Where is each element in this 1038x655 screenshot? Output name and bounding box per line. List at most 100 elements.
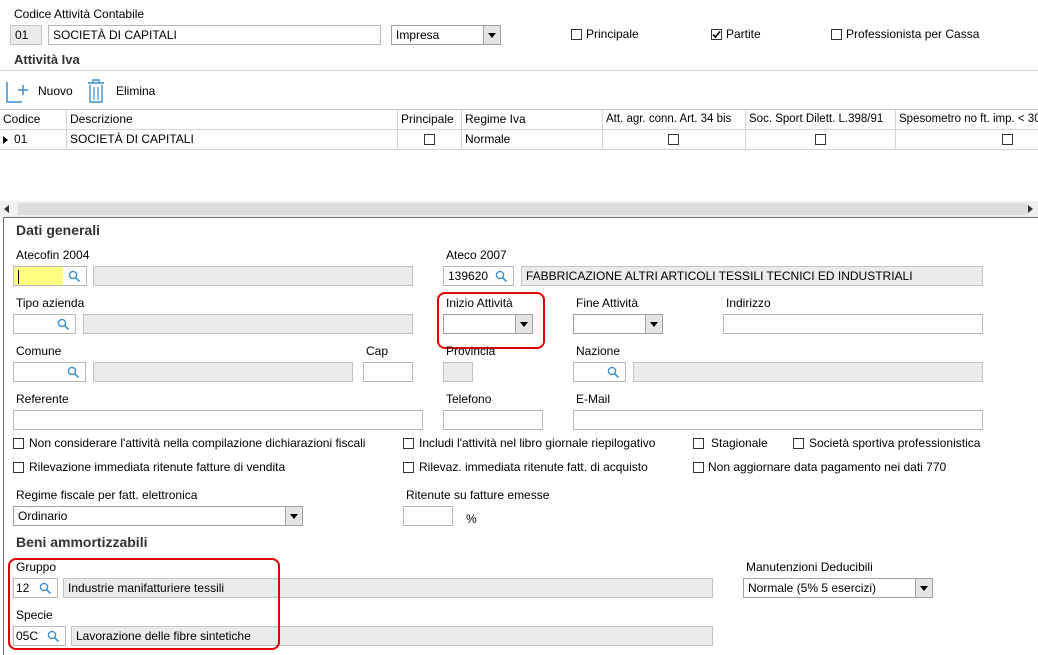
principale-checkbox[interactable]	[571, 29, 582, 40]
row-att-agr-checkbox[interactable]	[668, 134, 679, 145]
ateco-label: Ateco 2007	[446, 248, 507, 262]
tipo-azienda-search-button[interactable]	[52, 314, 76, 334]
ateco-code-input[interactable]: 139620	[443, 266, 491, 286]
chevron-down-icon[interactable]	[645, 315, 662, 333]
search-icon	[68, 270, 81, 282]
telefono-input[interactable]	[443, 410, 543, 430]
atecofin-description	[93, 266, 413, 286]
tipo-azienda-description	[83, 314, 413, 334]
codice-attivita-label: Codice Attività Contabile	[14, 7, 145, 21]
table-row-regime[interactable]: Normale	[462, 130, 603, 150]
atecofin-input[interactable]	[13, 266, 64, 286]
nazione-description	[633, 362, 983, 382]
search-icon	[495, 270, 508, 282]
column-header-descrizione[interactable]: Descrizione	[67, 110, 398, 130]
ritenute-input[interactable]	[403, 506, 453, 526]
table-row-att-agr[interactable]	[603, 130, 746, 150]
partite-checkbox[interactable]	[711, 29, 722, 40]
highlight-beni	[8, 558, 280, 650]
comune-description	[93, 362, 353, 382]
delete-button-label: Elimina	[116, 84, 156, 98]
stagionale-checkbox[interactable]	[693, 438, 704, 449]
attivita-iva-title: Attività Iva	[14, 52, 80, 67]
comune-search-button[interactable]	[62, 362, 86, 382]
nazione-search-button[interactable]	[602, 362, 626, 382]
new-document-icon	[6, 82, 28, 103]
professionista-checkbox[interactable]	[831, 29, 842, 40]
row-spesometro-checkbox[interactable]	[1002, 134, 1013, 145]
new-button-label: Nuovo	[38, 84, 73, 98]
divider	[0, 70, 1038, 71]
new-button[interactable]: Nuovo	[4, 77, 76, 105]
manutenzioni-value: Normale (5% 5 esercizi)	[748, 581, 877, 595]
chevron-down-icon[interactable]	[285, 507, 302, 525]
scroll-left-icon[interactable]	[4, 205, 9, 213]
trash-icon	[88, 79, 104, 103]
non-aggiornare-label: Non aggiornare data pagamento nei dati 7…	[708, 460, 947, 474]
rilevazione-acquisto-checkbox[interactable]	[403, 462, 414, 473]
regime-fiscale-label: Regime fiscale per fatt. elettronica	[16, 488, 198, 502]
column-header-regime-iva[interactable]: Regime Iva	[462, 110, 603, 130]
table-row-descrizione[interactable]: SOCIETÀ DI CAPITALI	[67, 130, 398, 150]
table-row-soc-sport[interactable]	[746, 130, 896, 150]
indirizzo-label: Indirizzo	[726, 296, 771, 310]
principale-label: Principale	[586, 27, 639, 41]
column-header-principale[interactable]: Principale	[398, 110, 462, 130]
scroll-right-icon[interactable]	[1028, 205, 1033, 213]
indirizzo-input[interactable]	[723, 314, 983, 334]
ateco-description: FABBRICAZIONE ALTRI ARTICOLI TESSILI TEC…	[521, 266, 983, 286]
beni-ammortizzabili-title: Beni ammortizzabili	[16, 534, 148, 550]
regime-fiscale-select[interactable]: Ordinario	[13, 506, 303, 526]
regime-fiscale-value: Ordinario	[18, 509, 68, 523]
search-icon	[607, 366, 620, 378]
non-considerare-checkbox[interactable]	[13, 438, 24, 449]
horizontal-scrollbar[interactable]	[0, 201, 1038, 217]
email-input[interactable]	[573, 410, 983, 430]
activity-type-select[interactable]: Impresa	[391, 25, 501, 45]
chevron-down-icon[interactable]	[915, 579, 932, 597]
dati-generali-title: Dati generali	[16, 222, 101, 238]
row-soc-sport-checkbox[interactable]	[815, 134, 826, 145]
column-header-codice[interactable]: Codice	[0, 110, 67, 130]
fine-attivita-date[interactable]	[573, 314, 663, 334]
provincia-field	[443, 362, 473, 382]
stagionale-label: Stagionale	[711, 436, 768, 450]
partite-label: Partite	[726, 27, 761, 41]
chevron-down-icon[interactable]	[483, 26, 500, 44]
atecofin-label: Atecofin 2004	[16, 248, 90, 262]
table-row-spesometro[interactable]	[896, 130, 1038, 150]
includi-libro-checkbox[interactable]	[403, 438, 414, 449]
delete-button[interactable]: Elimina	[86, 77, 166, 105]
row-principale-checkbox[interactable]	[424, 134, 435, 145]
percent-label: %	[466, 512, 477, 526]
includi-libro-label: Includi l'attività nel libro giornale ri…	[419, 436, 656, 450]
manutenzioni-select[interactable]: Normale (5% 5 esercizi)	[743, 578, 933, 598]
ateco-search-button[interactable]	[490, 266, 514, 286]
cap-input[interactable]	[363, 362, 413, 382]
activity-code-field[interactable]: 01	[10, 25, 42, 45]
table-row-principale[interactable]	[398, 130, 462, 150]
search-icon	[67, 366, 80, 378]
column-header-spesometro[interactable]: Spesometro no ft. imp. < 30	[896, 110, 1038, 130]
rilevazione-vendita-checkbox[interactable]	[13, 462, 24, 473]
nazione-input[interactable]	[573, 362, 603, 382]
non-aggiornare-checkbox[interactable]	[693, 462, 704, 473]
telefono-label: Telefono	[446, 392, 492, 406]
table-row-codice[interactable]: 01	[0, 130, 67, 150]
tipo-azienda-input[interactable]	[13, 314, 53, 334]
column-header-soc-sport[interactable]: Soc. Sport Dilett. L.398/91	[746, 110, 896, 130]
attivita-iva-grid: Codice Descrizione Principale Regime Iva…	[0, 109, 1038, 217]
provincia-label: Provincia	[446, 344, 496, 358]
column-header-att-agr[interactable]: Att. agr. conn. Art. 34 bis	[603, 110, 746, 130]
societa-sportiva-label: Società sportiva professionistica	[809, 436, 981, 450]
row-selector-icon	[3, 135, 8, 144]
comune-input[interactable]	[13, 362, 63, 382]
atecofin-search-button[interactable]	[63, 266, 87, 286]
non-considerare-label: Non considerare l'attività nella compila…	[29, 436, 366, 450]
scrollbar-thumb[interactable]	[18, 203, 1028, 215]
rilevazione-acquisto-label: Rilevaz. immediata ritenute fatt. di acq…	[419, 460, 648, 474]
rilevazione-vendita-label: Rilevazione immediata ritenute fatture d…	[29, 460, 286, 474]
societa-sportiva-checkbox[interactable]	[793, 438, 804, 449]
activity-description-field[interactable]: SOCIETÀ DI CAPITALI	[48, 25, 381, 45]
referente-input[interactable]	[13, 410, 423, 430]
